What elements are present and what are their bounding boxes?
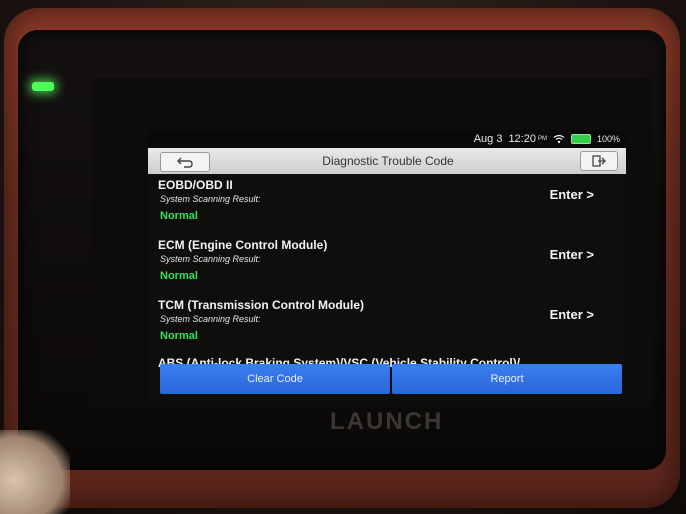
back-arrow-icon [177, 157, 193, 168]
enter-button[interactable]: Enter > [550, 307, 594, 322]
system-name: ECM (Engine Control Module) [158, 238, 328, 252]
page-title: Diagnostic Trouble Code [322, 154, 454, 168]
clear-code-button[interactable]: Clear Code [160, 364, 390, 394]
status-date: Aug 3 [473, 133, 503, 145]
scan-result-status: Normal [160, 330, 198, 342]
system-name: EOBD/OBD II [158, 178, 233, 192]
scan-result-label: System Scanning Result: [160, 254, 261, 264]
scan-result-status: Normal [160, 210, 198, 222]
scan-result-status: Normal [160, 270, 198, 282]
scan-result-label: System Scanning Result: [160, 194, 261, 204]
wifi-icon [553, 134, 565, 144]
back-button[interactable] [160, 152, 210, 172]
list-item: TCM (Transmission Control Module) System… [148, 294, 626, 354]
enter-button[interactable]: Enter > [550, 187, 594, 202]
brand-logo: LAUNCH [330, 408, 444, 435]
exit-button[interactable] [580, 151, 618, 171]
status-indicators: Aug 3 12:20 PM 100% [474, 132, 620, 146]
status-bar: Aug 3 12:20 PM 100% [148, 130, 626, 148]
app-screen: Aug 3 12:20 PM 100% Diagnostic Trouble C… [148, 130, 626, 400]
action-bar: Clear Code Report [160, 364, 622, 394]
list-item: ECM (Engine Control Module) System Scann… [148, 234, 626, 294]
report-button[interactable]: Report [392, 364, 622, 394]
exit-icon [592, 155, 606, 167]
status-ampm: PM [537, 136, 547, 142]
battery-percent: 100% [596, 134, 620, 144]
power-led-icon [32, 82, 54, 91]
enter-button[interactable]: Enter > [550, 247, 594, 262]
status-time: 12:20 [508, 133, 536, 145]
list-item: EOBD/OBD II System Scanning Result: Norm… [148, 174, 626, 234]
system-list: EOBD/OBD II System Scanning Result: Norm… [148, 174, 626, 370]
title-bar: Diagnostic Trouble Code [148, 148, 626, 174]
hand [0, 430, 70, 514]
system-name: TCM (Transmission Control Module) [158, 298, 364, 312]
battery-icon [570, 134, 591, 144]
scan-result-label: System Scanning Result: [160, 314, 261, 324]
